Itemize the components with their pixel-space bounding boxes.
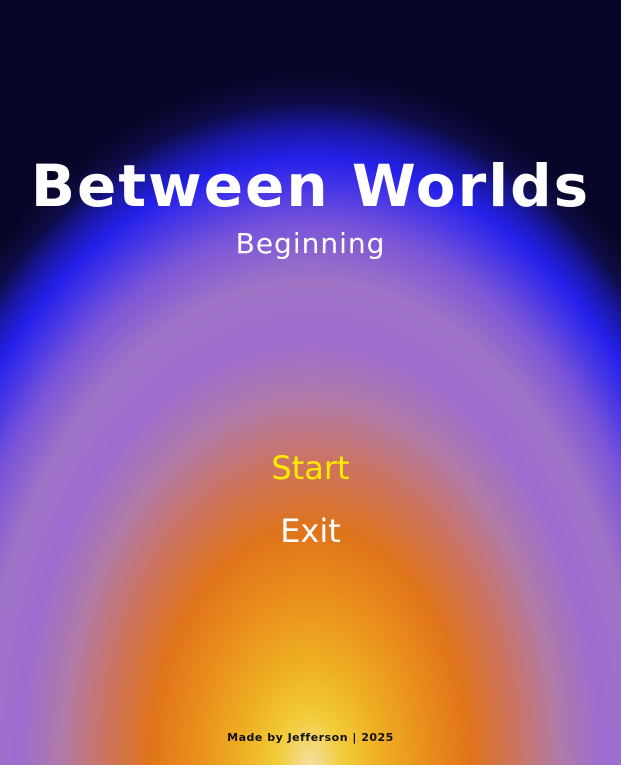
start-button[interactable]: Start bbox=[0, 448, 621, 488]
game-title: Between Worlds bbox=[30, 152, 591, 220]
credits-text: Made by Jefferson | 2025 bbox=[227, 731, 394, 744]
exit-button[interactable]: Exit bbox=[0, 511, 621, 551]
game-subtitle: Beginning bbox=[235, 227, 386, 260]
title-screen: Between Worlds Beginning Start Exit Made… bbox=[0, 0, 621, 765]
